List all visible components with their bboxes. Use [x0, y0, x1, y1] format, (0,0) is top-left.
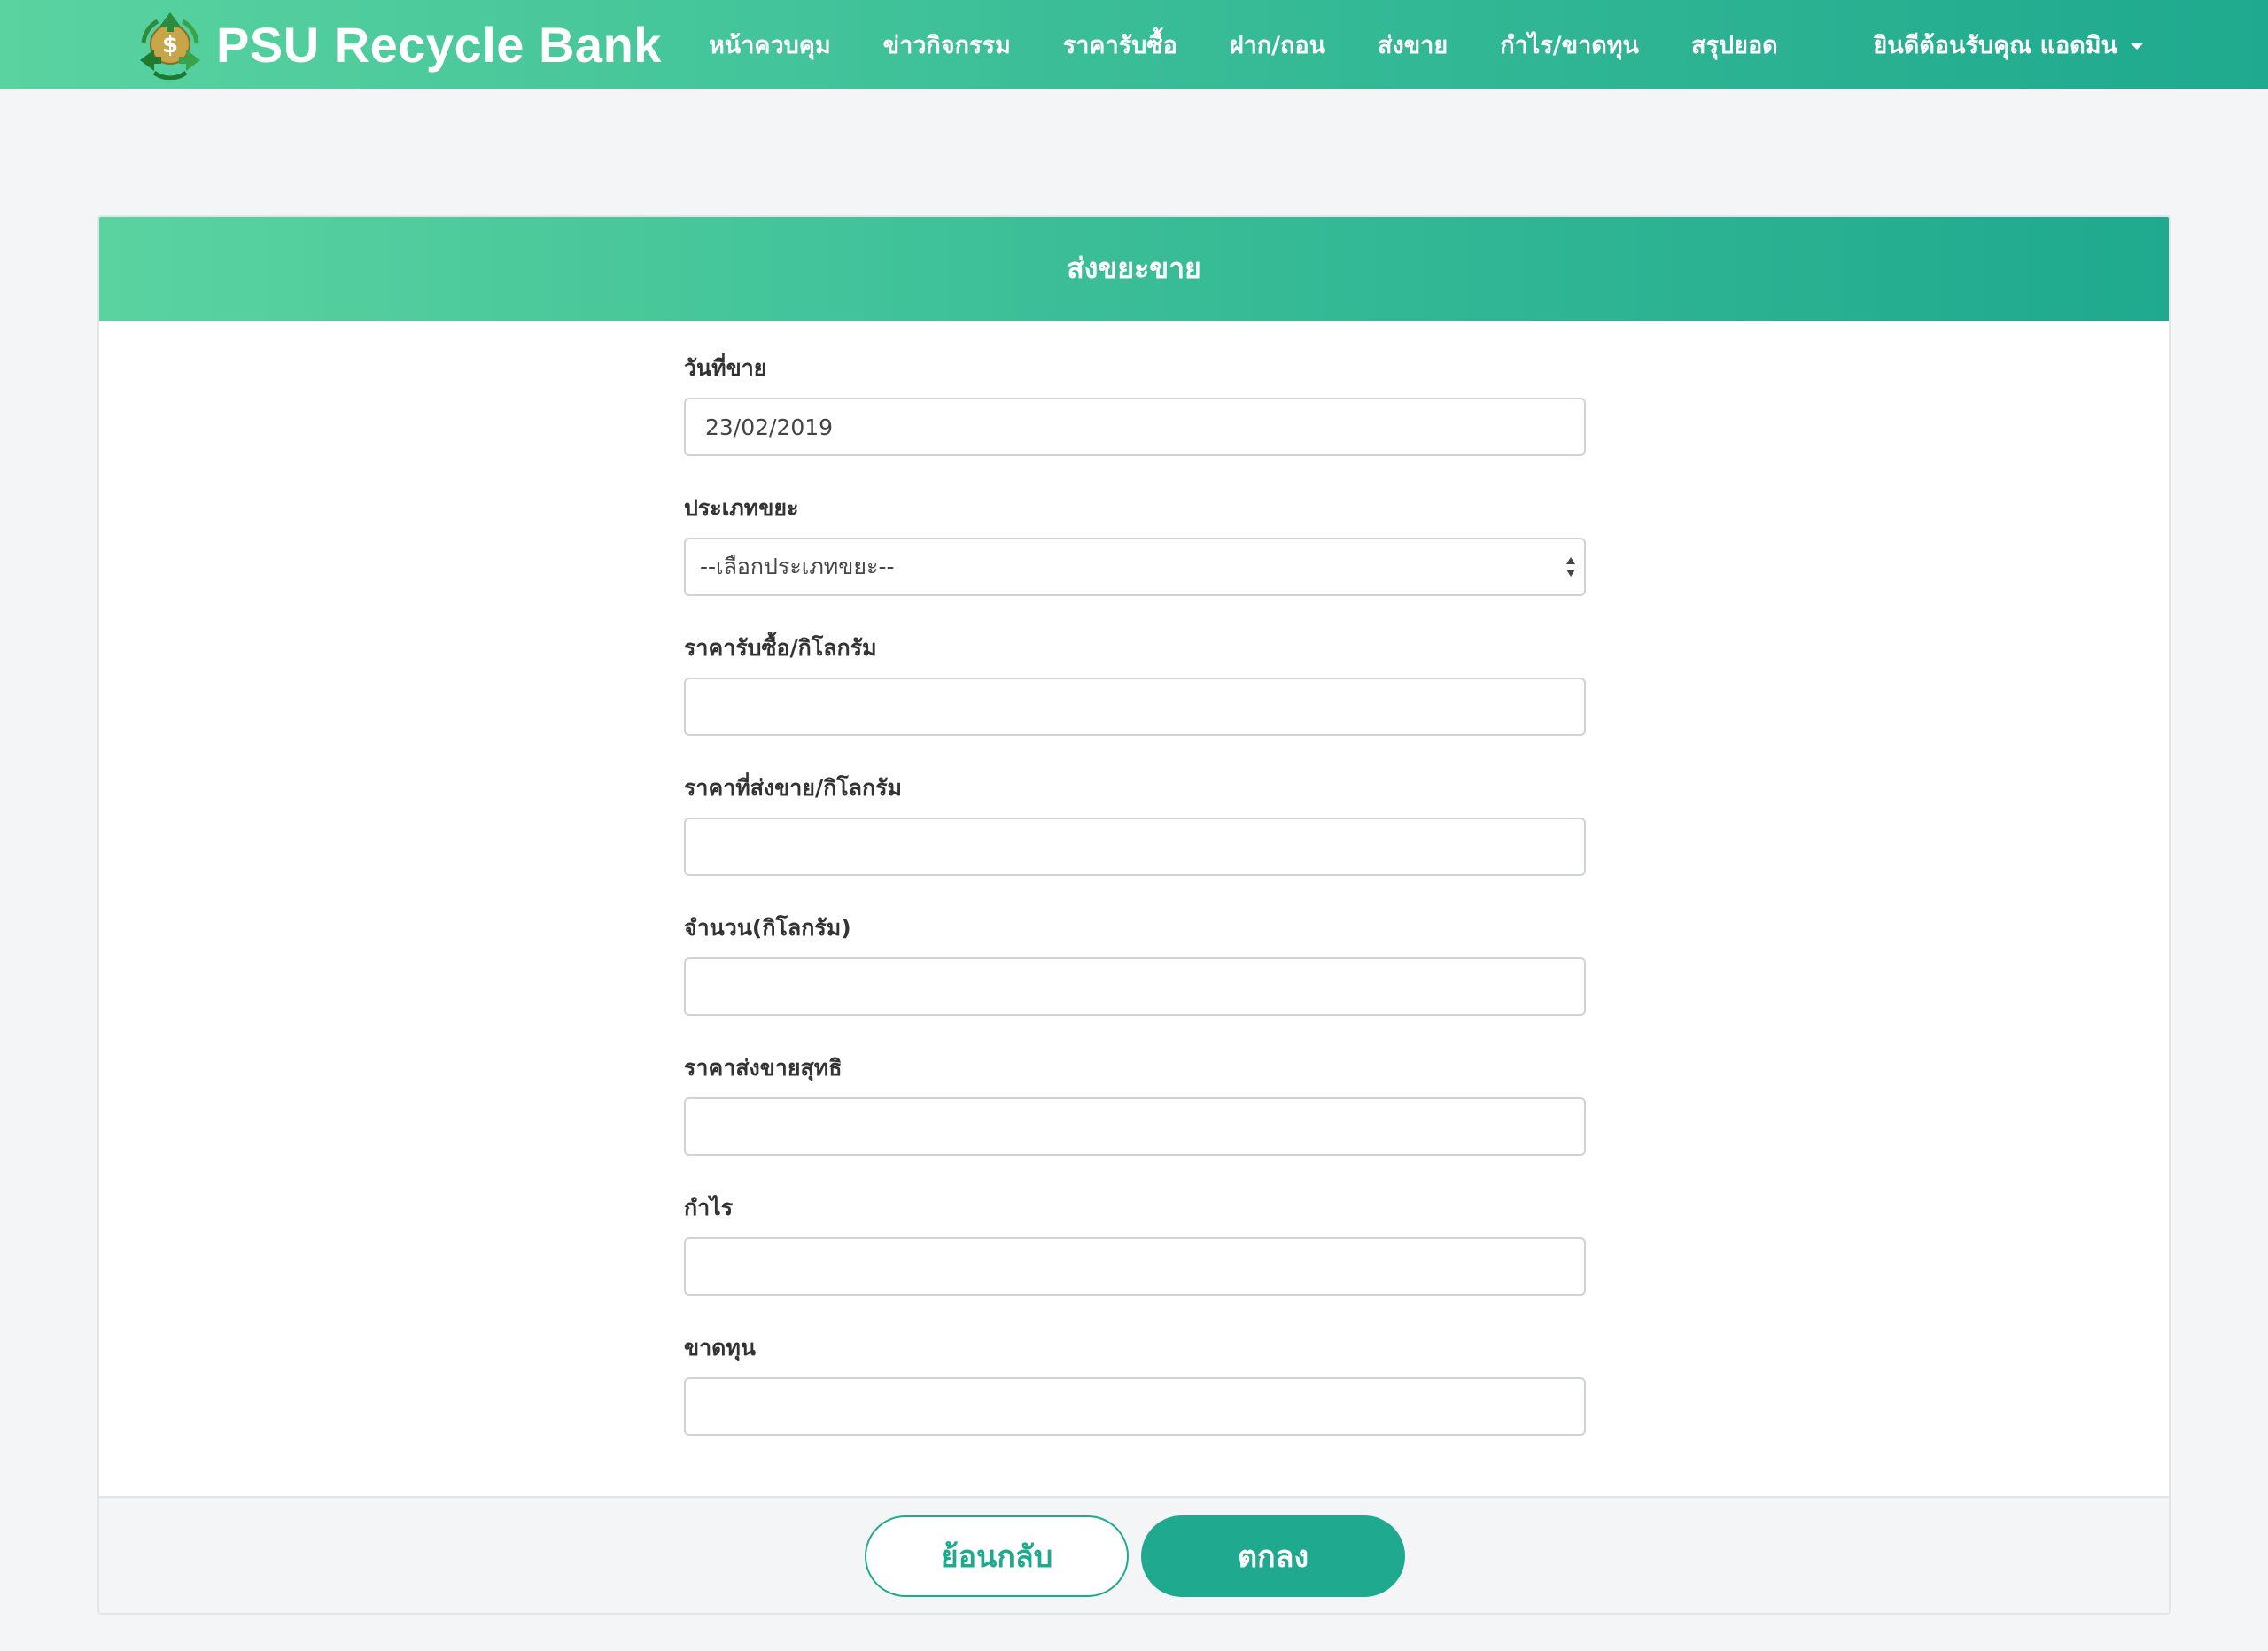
field-waste-type: ประเภทขยะ --เลือกประเภทขยะ--	[684, 492, 1588, 632]
buy-price-input[interactable]	[684, 678, 1586, 736]
loss-input[interactable]	[684, 1377, 1586, 1436]
ok-button[interactable]: ตกลง	[1141, 1515, 1405, 1597]
recycle-money-logo-icon: $	[140, 12, 200, 80]
loss-label: ขาดทุน	[684, 1335, 756, 1360]
brand-name: PSU Recycle Bank	[216, 16, 662, 73]
select-arrows-icon	[1566, 557, 1575, 577]
card-header: ส่งขยะขาย	[99, 217, 2169, 321]
waste-type-label: ประเภทขยะ	[684, 495, 799, 521]
nav-news[interactable]: ข่าวกิจกรรม	[883, 26, 1011, 64]
nav-summary[interactable]: สรุปยอด	[1691, 26, 1778, 64]
field-sell-price: ราคาที่ส่งขาย/กิโลกรัม	[684, 771, 1588, 911]
nav-profit-loss[interactable]: กำไร/ขาดทุน	[1500, 26, 1639, 64]
waste-type-selected: --เลือกประเภทขยะ--	[684, 538, 1586, 596]
svg-text:$: $	[162, 32, 178, 58]
sell-form: วันที่ขาย ประเภทขยะ --เลือกประเภทขยะ-- ร…	[684, 352, 1588, 1471]
field-profit: กำไร	[684, 1191, 1588, 1331]
waste-type-select[interactable]: --เลือกประเภทขยะ--	[684, 538, 1586, 596]
user-greeting: ยินดีต้อนรับคุณ แอดมิน	[1873, 31, 2117, 59]
sell-price-input[interactable]	[684, 818, 1586, 876]
field-loss: ขาดทุน	[684, 1331, 1588, 1471]
top-navbar: $ PSU Recycle Bank หน้าควบคุม ข่าวกิจกรร…	[0, 0, 2268, 89]
card-title: ส่งขยะขาย	[1067, 252, 1201, 285]
field-quantity: จำนวน(กิโลกรัม)	[684, 911, 1588, 1051]
quantity-input[interactable]	[684, 957, 1586, 1016]
nav-prices[interactable]: ราคารับซื้อ	[1063, 26, 1177, 64]
net-price-label: ราคาส่งขายสุทธิ	[684, 1055, 843, 1081]
field-buy-price: ราคารับซื้อ/กิโลกรัม	[684, 632, 1588, 771]
main-nav: หน้าควบคุม ข่าวกิจกรรม ราคารับซื้อ ฝาก/ถ…	[709, 0, 1830, 89]
profit-input[interactable]	[684, 1237, 1586, 1296]
nav-deposit-withdraw[interactable]: ฝาก/ถอน	[1230, 26, 1325, 64]
brand[interactable]: $ PSU Recycle Bank	[135, 7, 662, 81]
caret-down-icon	[2130, 43, 2144, 50]
nav-dashboard[interactable]: หน้าควบคุม	[709, 26, 831, 64]
nav-sell[interactable]: ส่งขาย	[1378, 26, 1448, 64]
profit-label: กำไร	[684, 1195, 734, 1221]
field-net-price: ราคาส่งขายสุทธิ	[684, 1051, 1588, 1191]
card-footer: ย้อนกลับ ตกลง	[99, 1496, 2169, 1613]
net-price-input[interactable]	[684, 1097, 1586, 1156]
sell-waste-card: ส่งขยะขาย วันที่ขาย ประเภทขยะ --เลือกประ…	[97, 215, 2171, 1615]
user-menu[interactable]: ยินดีต้อนรับคุณ แอดมิน	[1873, 0, 2144, 89]
field-sale-date: วันที่ขาย	[684, 352, 1588, 492]
back-button[interactable]: ย้อนกลับ	[865, 1515, 1129, 1597]
sale-date-label: วันที่ขาย	[684, 355, 767, 381]
buy-price-label: ราคารับซื้อ/กิโลกรัม	[684, 635, 877, 661]
sell-price-label: ราคาที่ส่งขาย/กิโลกรัม	[684, 775, 903, 801]
quantity-label: จำนวน(กิโลกรัม)	[684, 915, 851, 941]
sale-date-input[interactable]	[684, 398, 1586, 456]
